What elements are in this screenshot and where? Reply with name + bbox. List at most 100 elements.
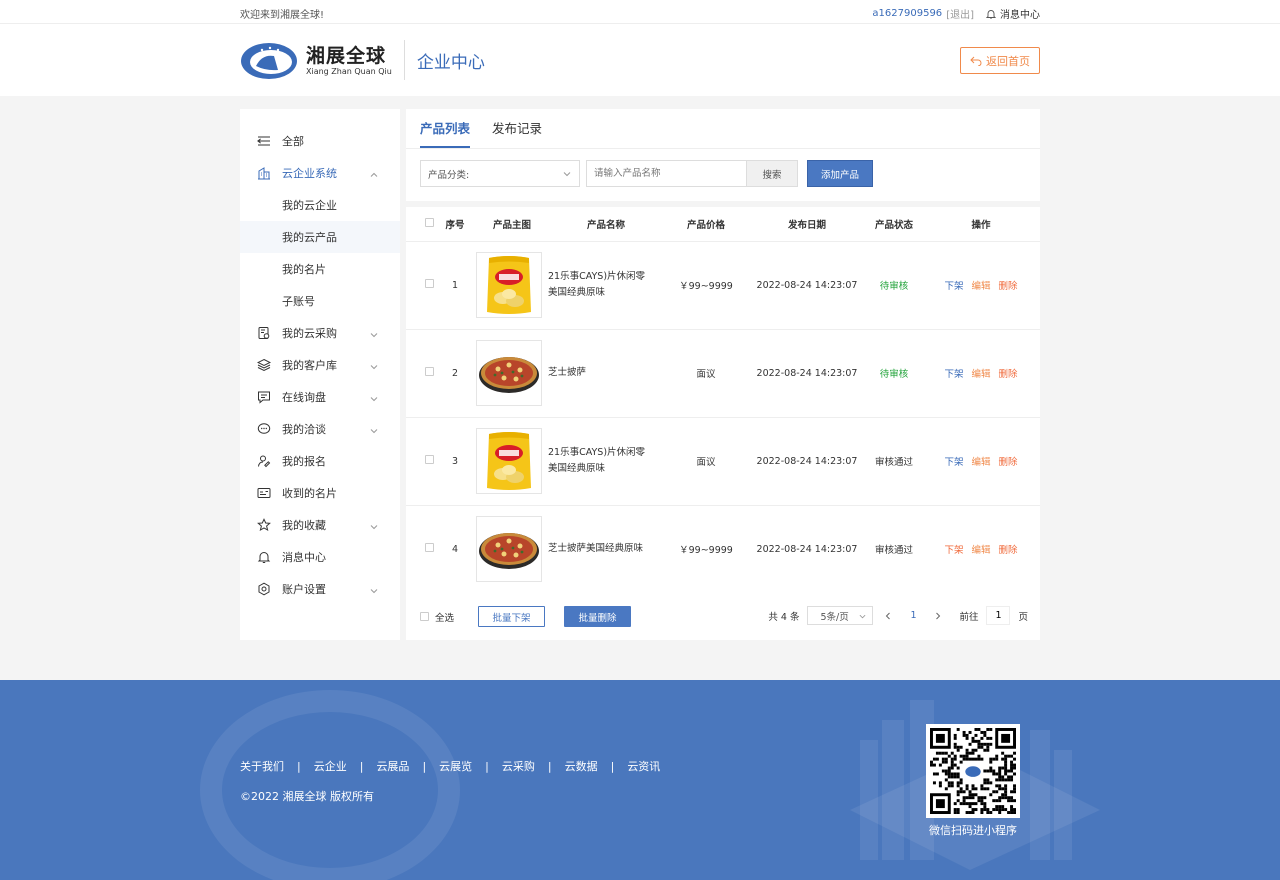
edit-link[interactable]: 编辑 (971, 454, 990, 468)
table-header-row: 序号 产品主图 产品名称 产品价格 发布日期 产品状态 操作 (406, 207, 1040, 242)
sidebar-subitem-1[interactable]: 我的云产品 (240, 221, 400, 253)
sidebar-item-10[interactable]: 账户设置 (240, 573, 400, 605)
product-name-line1[interactable]: 芝士披萨 (548, 365, 664, 381)
username-link[interactable]: a1627909596 (872, 8, 942, 19)
row-checkbox[interactable] (425, 279, 434, 288)
product-name-cell: 芝士披萨 (548, 329, 664, 418)
select-all-header-checkbox[interactable] (425, 217, 434, 227)
publish-date: 2022-08-24 14:23:07 (748, 505, 866, 594)
edit-link[interactable]: 编辑 (971, 366, 990, 380)
row-checkbox[interactable] (425, 543, 434, 552)
sidebar-subitem-3[interactable]: 子账号 (240, 285, 400, 317)
product-name-line1[interactable]: 芝士披萨美国经典原味 (548, 541, 664, 557)
sidebar-item-1[interactable]: 云企业系统 (240, 157, 400, 189)
chevron-down-icon (860, 614, 866, 619)
unlist-link[interactable]: 下架 (944, 542, 963, 556)
status-badge: 待审核 (866, 329, 922, 418)
qr-code-image (930, 728, 1016, 814)
product-price: ￥99~9999 (664, 505, 748, 594)
select-all-checkbox[interactable] (420, 612, 429, 621)
sidebar-item-label: 消息中心 (282, 551, 326, 564)
logo[interactable]: 湘展全球 Xiang Zhan Quan Qiu 企业中心 (240, 40, 485, 80)
back-home-button[interactable]: 返回首页 (960, 47, 1040, 74)
goto-page-input[interactable] (986, 606, 1011, 625)
category-select-label: 产品分类: (428, 169, 470, 181)
main-area: 全部 云企业系统 我的云企业 我的云产品 我的名片 子账号 我的云采购 我的客户库 在线询盘 我的… (240, 109, 1040, 640)
footer-link[interactable]: 云企业 (314, 758, 347, 774)
product-search-input[interactable] (586, 160, 746, 187)
footer-link-separator: | (610, 759, 615, 773)
unlist-link[interactable]: 下架 (944, 454, 963, 468)
sidebar-subitem-2[interactable]: 我的名片 (240, 253, 400, 285)
unlist-link[interactable]: 下架 (944, 278, 963, 292)
edit-link[interactable]: 编辑 (971, 278, 990, 292)
footer-link[interactable]: 云数据 (565, 758, 598, 774)
sidebar-item-9[interactable]: 消息中心 (240, 541, 400, 573)
table-row: 1 21乐事CAYS)片休闲零 美国经典原味 ￥99~9999 2022-08-24 1… (406, 241, 1040, 330)
edit-link[interactable]: 编辑 (971, 542, 990, 556)
footer-link[interactable]: 云展品 (376, 758, 409, 774)
category-select[interactable]: 产品分类: (420, 160, 580, 187)
page-number-current[interactable]: 1 (903, 610, 923, 621)
row-checkbox[interactable] (425, 455, 434, 464)
tab-product-list[interactable]: 产品列表 (420, 109, 471, 148)
table-row: 3 21乐事CAYS)片休闲零 美国经典原味 面议 2022-08-24 14:23:0… (406, 417, 1040, 506)
next-page-icon[interactable] (931, 609, 945, 623)
welcome-text: 欢迎来到湘展全球! (240, 10, 325, 21)
row-number: 4 (434, 505, 476, 594)
sidebar-item-2[interactable]: 我的云采购 (240, 317, 400, 349)
prev-page-icon[interactable] (881, 609, 895, 623)
delete-link[interactable]: 删除 (999, 366, 1018, 380)
sidebar-item-3[interactable]: 我的客户库 (240, 349, 400, 381)
product-image[interactable] (476, 340, 542, 406)
bell-icon[interactable] (985, 9, 997, 19)
batch-unlist-button[interactable]: 批量下架 (478, 606, 546, 627)
chevron-up-icon (370, 169, 378, 177)
messages-link[interactable]: 消息中心 (1000, 6, 1040, 21)
row-actions: 下架 编辑 删除 (922, 241, 1040, 330)
product-image[interactable] (476, 516, 542, 582)
footer-link[interactable]: 云资讯 (627, 758, 660, 774)
add-product-button[interactable]: 添加产品 (807, 160, 873, 187)
sidebar-item-5[interactable]: 我的洽谈 (240, 413, 400, 445)
page-size-select[interactable]: 5条/页 (807, 606, 874, 625)
logout-link[interactable]: [退出] (946, 6, 974, 21)
chevron-down-icon (370, 329, 378, 338)
footer-link[interactable]: 云采购 (502, 758, 535, 774)
batch-delete-button[interactable]: 批量删除 (564, 606, 632, 627)
product-name-line1[interactable]: 21乐事CAYS)片休闲零 (548, 269, 664, 285)
footer-link[interactable]: 云展览 (439, 758, 472, 774)
header-date: 发布日期 (748, 207, 866, 242)
sidebar-item-0[interactable]: 全部 (240, 125, 400, 157)
inquiry-icon (257, 390, 271, 404)
footer-link[interactable]: 关于我们 (240, 758, 284, 774)
row-actions: 下架 编辑 删除 (922, 505, 1040, 594)
product-image[interactable] (476, 428, 542, 494)
back-arrow-icon (970, 56, 982, 66)
table-footer: 全选 批量下架 批量删除 共 4 条 5条/页 1 前往 1 页 (406, 593, 1040, 640)
product-image[interactable] (476, 252, 542, 318)
logo-title: 湘展全球 (306, 44, 387, 67)
search-button[interactable]: 搜索 (746, 160, 798, 187)
sidebar-item-6[interactable]: 我的报名 (240, 445, 400, 477)
sidebar-item-label: 收到的名片 (282, 487, 337, 500)
sidebar-item-4[interactable]: 在线询盘 (240, 381, 400, 413)
delete-link[interactable]: 删除 (999, 542, 1018, 556)
delete-link[interactable]: 删除 (999, 454, 1018, 468)
sidebar-item-8[interactable]: 我的收藏 (240, 509, 400, 541)
unlist-link[interactable]: 下架 (944, 366, 963, 380)
product-name-line1[interactable]: 21乐事CAYS)片休闲零 (548, 445, 664, 461)
product-price: 面议 (664, 329, 748, 418)
product-table-panel: 序号 产品主图 产品名称 产品价格 发布日期 产品状态 操作 1 21乐事CAYS… (406, 207, 1040, 640)
sidebar-subitem-0[interactable]: 我的云企业 (240, 189, 400, 221)
tab-publish-records[interactable]: 发布记录 (492, 109, 542, 148)
row-checkbox[interactable] (425, 367, 434, 376)
sidebar-item-label: 我的客户库 (282, 359, 337, 372)
sidebar-item-7[interactable]: 收到的名片 (240, 477, 400, 509)
row-image-cell (476, 329, 548, 418)
building-icon (257, 166, 271, 180)
back-home-label: 返回首页 (986, 54, 1030, 68)
page-size-value: 5条/页 (820, 611, 849, 623)
delete-link[interactable]: 删除 (999, 278, 1018, 292)
settings-icon (257, 582, 271, 596)
